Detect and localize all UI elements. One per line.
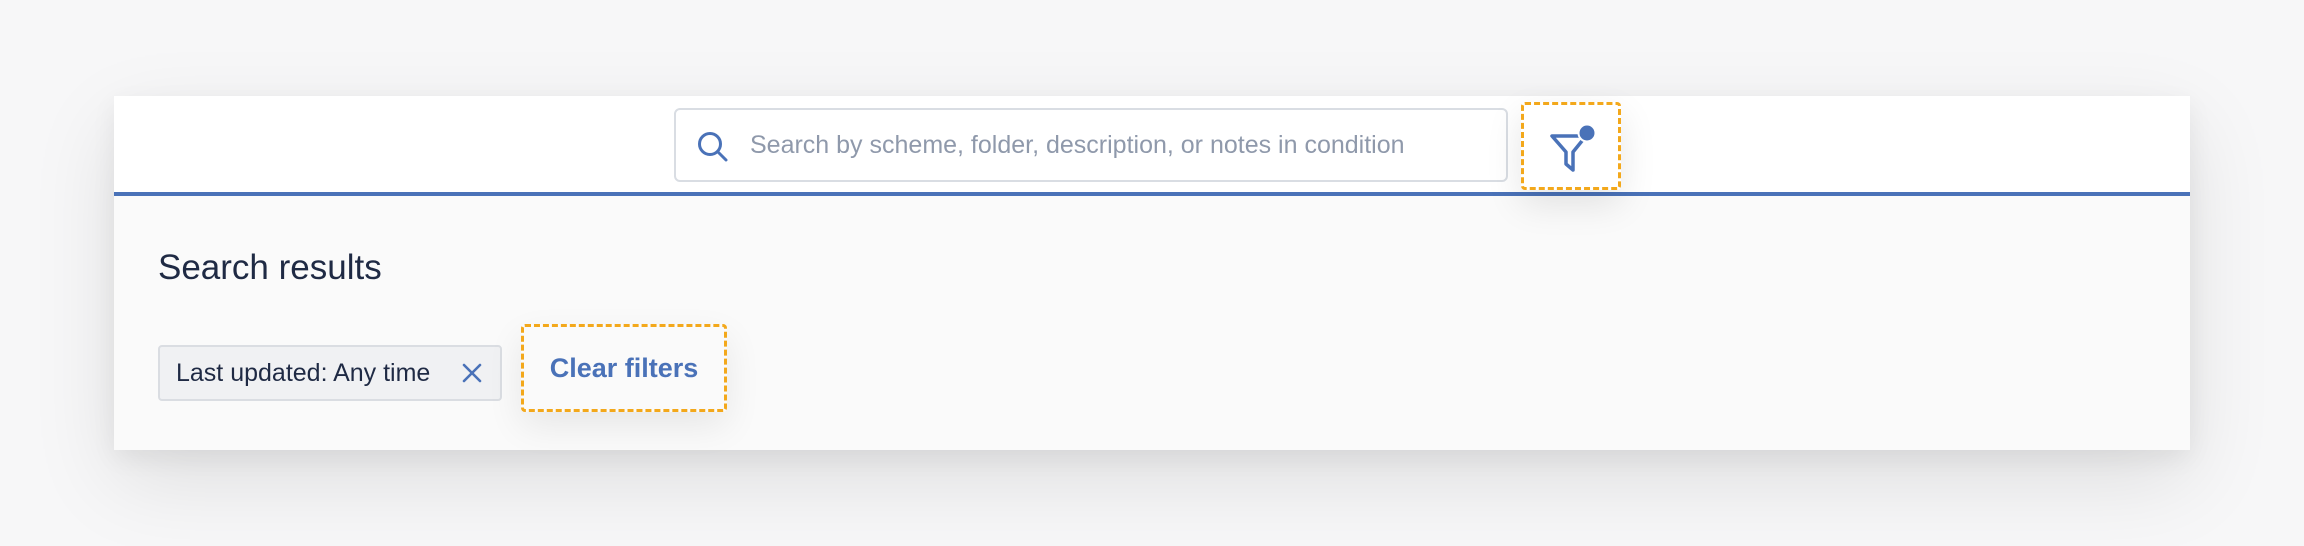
filter-button[interactable] bbox=[1521, 102, 1621, 190]
search-input[interactable] bbox=[750, 110, 1490, 180]
filter-chip: Last updated: Any time bbox=[158, 345, 502, 401]
active-filter-indicator bbox=[1577, 123, 1597, 143]
clear-filters-button[interactable]: Clear filters bbox=[521, 324, 727, 412]
search-icon bbox=[696, 130, 730, 164]
search-panel: Search results Last updated: Any time Cl… bbox=[114, 96, 2190, 450]
search-field[interactable] bbox=[674, 108, 1508, 182]
search-bar bbox=[114, 96, 2190, 196]
filter-funnel-icon bbox=[1546, 121, 1602, 177]
filter-chip-label: Last updated: Any time bbox=[176, 359, 431, 387]
results-title: Search results bbox=[158, 248, 382, 287]
clear-filters-label: Clear filters bbox=[549, 353, 699, 383]
close-icon[interactable] bbox=[460, 361, 484, 385]
